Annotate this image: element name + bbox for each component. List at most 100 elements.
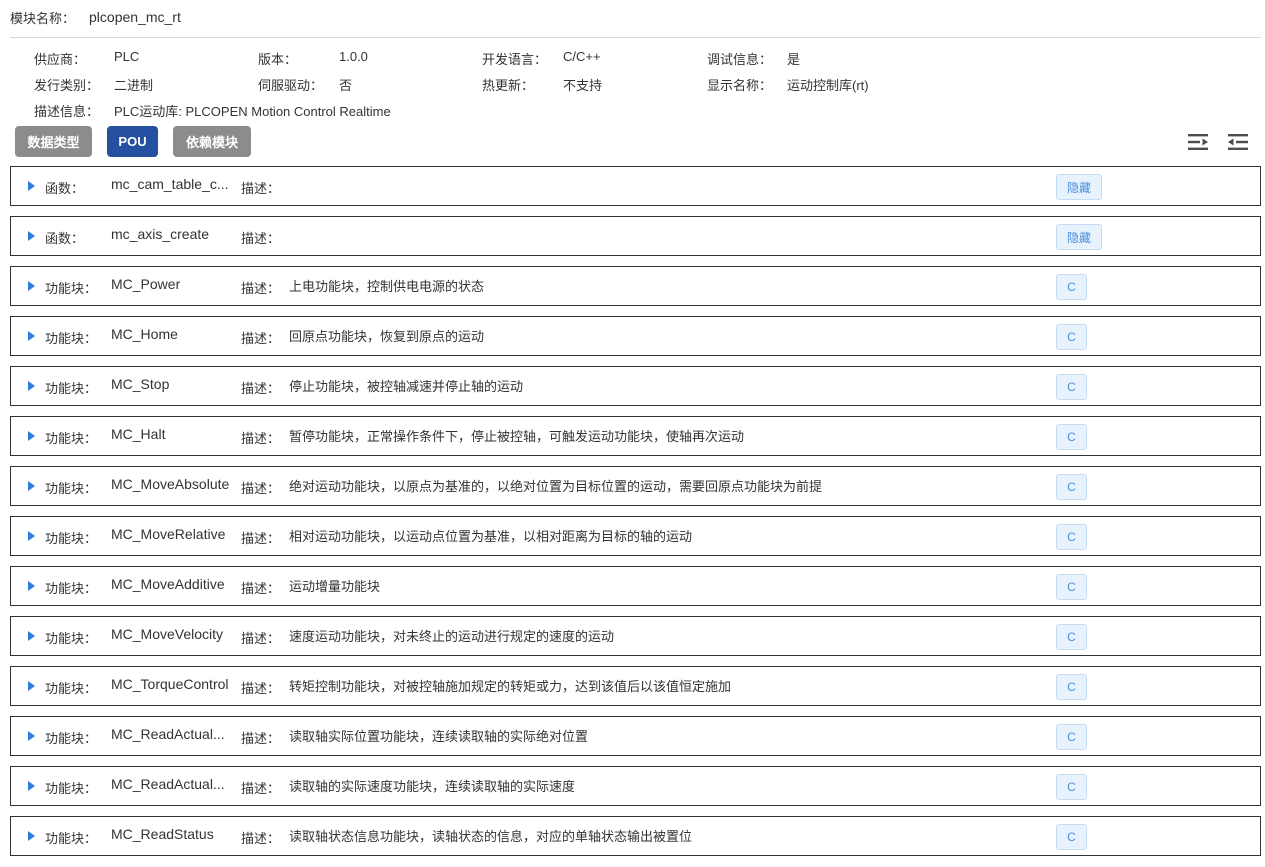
language-c-button[interactable]: C	[1056, 824, 1087, 850]
info-vendor: 供应商： PLC	[34, 49, 139, 68]
row-name: MC_Stop	[111, 376, 170, 392]
language-c-button[interactable]: C	[1056, 274, 1087, 300]
dependencies-button[interactable]: 依赖模块	[173, 126, 251, 157]
pou-row[interactable]: 功能块： MC_ReadStatus 描述： 读取轴状态信息功能块，读轴状态的信息，对…	[10, 816, 1261, 856]
row-name: MC_MoveAdditive	[111, 576, 225, 592]
info-description: 描述信息： PLC运动库: PLCOPEN Motion Control Rea…	[34, 101, 391, 120]
row-name: MC_Halt	[111, 426, 166, 442]
expand-caret-icon[interactable]	[28, 331, 35, 341]
row-name: mc_cam_table_c...	[111, 176, 229, 192]
language-c-button[interactable]: C	[1056, 724, 1087, 750]
language-c-button[interactable]: C	[1056, 424, 1087, 450]
outdent-icon[interactable]	[1226, 131, 1250, 153]
pou-row[interactable]: 功能块： MC_MoveAdditive 描述： 运动增量功能块 C	[10, 566, 1261, 606]
row-desc-label: 描述：	[241, 731, 281, 746]
row-kind: 功能块：	[45, 281, 98, 296]
row-kind: 功能块：	[45, 481, 98, 496]
expand-caret-icon[interactable]	[28, 181, 35, 191]
info-label: 伺服驱动：	[258, 78, 324, 93]
module-name-label: 模块名称：	[10, 10, 76, 26]
hide-button[interactable]: 隐藏	[1056, 174, 1102, 200]
pou-row[interactable]: 功能块： MC_MoveRelative 描述： 相对运动功能块，以运动点位置为基准，…	[10, 516, 1261, 556]
expand-caret-icon[interactable]	[28, 581, 35, 591]
pou-row[interactable]: 功能块： MC_ReadActual... 描述： 读取轴实际位置功能块，连续读取轴的…	[10, 716, 1261, 756]
expand-caret-icon[interactable]	[28, 431, 35, 441]
row-desc-label: 描述：	[241, 181, 281, 196]
module-name-value: plcopen_mc_rt	[89, 9, 181, 25]
info-value: PLC运动库: PLCOPEN Motion Control Realtime	[114, 104, 391, 119]
row-desc-label: 描述：	[241, 681, 281, 696]
info-display-name: 显示名称： 运动控制库(rt)	[707, 75, 869, 94]
pou-row[interactable]: 功能块： MC_MoveVelocity 描述： 速度运动功能块，对未终止的运动进行规…	[10, 616, 1261, 656]
pou-row[interactable]: 功能块： MC_Stop 描述： 停止功能块，被控轴减速并停止轴的运动 C	[10, 366, 1261, 406]
pou-row[interactable]: 功能块： MC_ReadActual... 描述： 读取轴的实际速度功能块，连续读取轴…	[10, 766, 1261, 806]
row-kind: 功能块：	[45, 581, 98, 596]
row-name: MC_Power	[111, 276, 181, 292]
info-hot-update: 热更新： 不支持	[482, 75, 602, 94]
row-name: MC_TorqueControl	[111, 676, 229, 692]
row-name: MC_MoveAbsolute	[111, 476, 230, 492]
row-kind: 功能块：	[45, 681, 98, 696]
language-c-button[interactable]: C	[1056, 524, 1087, 550]
language-c-button[interactable]: C	[1056, 624, 1087, 650]
row-description: 绝对运动功能块，以原点为基准的，以绝对位置为目标位置的运动，需要回原点功能块为前…	[289, 479, 823, 494]
pou-row[interactable]: 功能块： MC_Halt 描述： 暂停功能块，正常操作条件下，停止被控轴，可触发运动功…	[10, 416, 1261, 456]
row-kind: 函数：	[45, 181, 85, 196]
expand-caret-icon[interactable]	[28, 531, 35, 541]
language-c-button[interactable]: C	[1056, 474, 1087, 500]
data-types-button[interactable]: 数据类型	[15, 126, 92, 157]
pou-row[interactable]: 功能块： MC_MoveAbsolute 描述： 绝对运动功能块，以原点为基准的，以绝…	[10, 466, 1261, 506]
row-desc-label: 描述：	[241, 581, 281, 596]
info-value: C/C++	[563, 49, 601, 64]
expand-caret-icon[interactable]	[28, 381, 35, 391]
info-label: 调试信息：	[707, 52, 773, 67]
info-value: 是	[787, 52, 801, 67]
row-kind: 功能块：	[45, 431, 98, 446]
pou-row[interactable]: 功能块： MC_Home 描述： 回原点功能块，恢复到原点的运动 C	[10, 316, 1261, 356]
expand-caret-icon[interactable]	[28, 481, 35, 491]
pou-row[interactable]: 功能块： MC_TorqueControl 描述： 转矩控制功能块，对被控轴施加规定的…	[10, 666, 1261, 706]
expand-caret-icon[interactable]	[28, 281, 35, 291]
language-c-button[interactable]: C	[1056, 574, 1087, 600]
info-debug: 调试信息： 是	[707, 49, 800, 68]
language-c-button[interactable]: C	[1056, 374, 1087, 400]
row-name: mc_axis_create	[111, 226, 210, 242]
language-c-button[interactable]: C	[1056, 774, 1087, 800]
module-name-row: 模块名称： plcopen_mc_rt	[10, 8, 181, 26]
info-value: 二进制	[114, 78, 154, 93]
info-version: 版本： 1.0.0	[258, 49, 368, 68]
info-value: 否	[339, 78, 353, 93]
expand-caret-icon[interactable]	[28, 631, 35, 641]
pou-row[interactable]: 功能块： MC_Power 描述： 上电功能块，控制供电电源的状态 C	[10, 266, 1261, 306]
row-kind: 功能块：	[45, 531, 98, 546]
expand-caret-icon[interactable]	[28, 731, 35, 741]
info-label: 版本：	[258, 52, 298, 67]
info-label: 开发语言：	[482, 52, 548, 67]
expand-caret-icon[interactable]	[28, 831, 35, 841]
row-desc-label: 描述：	[241, 531, 281, 546]
expand-caret-icon[interactable]	[28, 681, 35, 691]
language-c-button[interactable]: C	[1056, 674, 1087, 700]
row-desc-label: 描述：	[241, 231, 281, 246]
pou-row[interactable]: 函数： mc_cam_table_c... 描述： 隐藏	[10, 166, 1261, 206]
info-label: 发行类别：	[34, 78, 100, 93]
row-desc-label: 描述：	[241, 481, 281, 496]
info-value: PLC	[114, 49, 140, 64]
row-desc-label: 描述：	[241, 281, 281, 296]
row-kind: 功能块：	[45, 631, 98, 646]
expand-caret-icon[interactable]	[28, 231, 35, 241]
row-description: 暂停功能块，正常操作条件下，停止被控轴，可触发运动功能块，使轴再次运动	[289, 429, 745, 444]
pou-button[interactable]: POU	[107, 126, 158, 157]
pou-row[interactable]: 函数： mc_axis_create 描述： 隐藏	[10, 216, 1261, 256]
language-c-button[interactable]: C	[1056, 324, 1087, 350]
row-description: 读取轴的实际速度功能块，连续读取轴的实际速度	[289, 779, 576, 794]
row-description: 运动增量功能块	[289, 579, 381, 594]
row-description: 上电功能块，控制供电电源的状态	[289, 279, 485, 294]
row-name: MC_MoveVelocity	[111, 626, 224, 642]
info-value: 1.0.0	[339, 49, 368, 64]
row-desc-label: 描述：	[241, 631, 281, 646]
indent-icon[interactable]	[1186, 131, 1210, 153]
row-description: 相对运动功能块，以运动点位置为基准，以相对距离为目标的轴的运动	[289, 529, 693, 544]
expand-caret-icon[interactable]	[28, 781, 35, 791]
hide-button[interactable]: 隐藏	[1056, 224, 1102, 250]
